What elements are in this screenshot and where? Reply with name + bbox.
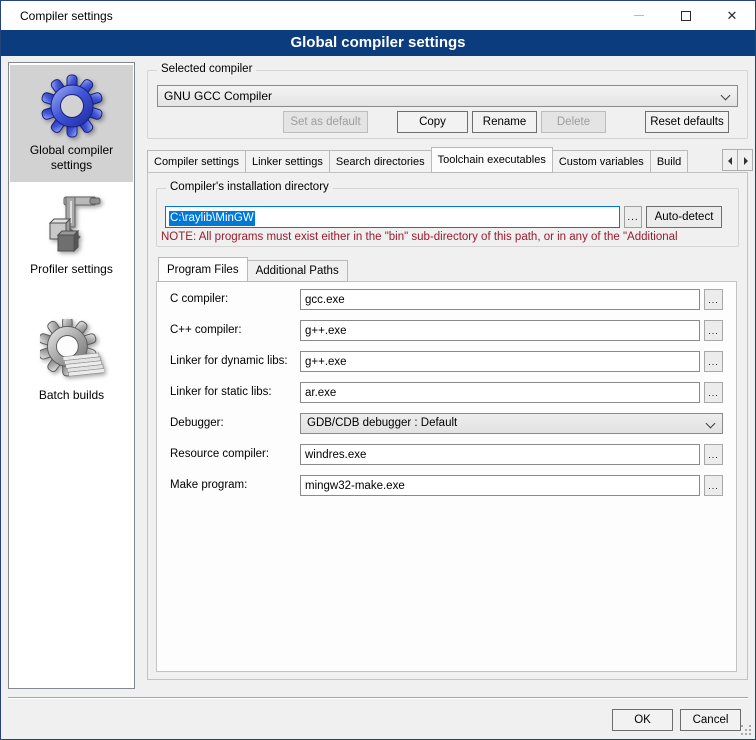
titlebar: Compiler settings ✕ xyxy=(1,1,755,30)
autodetect-button[interactable]: Auto-detect xyxy=(646,206,722,228)
delete-button[interactable]: Delete xyxy=(541,111,606,133)
minimize-icon xyxy=(634,15,644,16)
arrow-right-icon xyxy=(744,157,748,165)
linker-static-input[interactable] xyxy=(300,382,700,403)
debugger-label: Debugger: xyxy=(170,413,224,434)
c-compiler-browse-button[interactable]: ... xyxy=(704,289,723,310)
rename-button[interactable]: Rename xyxy=(472,111,537,133)
tab-linker-settings[interactable]: Linker settings xyxy=(245,150,330,173)
make-program-browse-button[interactable]: ... xyxy=(704,475,723,496)
compiler-select-value: GNU GCC Compiler xyxy=(158,86,737,106)
linker-dynamic-input[interactable] xyxy=(300,351,700,372)
linker-dynamic-label: Linker for dynamic libs: xyxy=(170,351,288,372)
close-icon: ✕ xyxy=(727,9,738,22)
compiler-select[interactable]: GNU GCC Compiler xyxy=(157,85,738,107)
browse-install-dir-button[interactable]: ... xyxy=(624,206,642,228)
maximize-icon xyxy=(681,11,691,21)
cpp-compiler-label: C++ compiler: xyxy=(170,320,242,341)
c-compiler-label: C compiler: xyxy=(170,289,228,310)
resource-compiler-browse-button[interactable]: ... xyxy=(704,444,723,465)
linker-static-browse-button[interactable]: ... xyxy=(704,382,723,403)
window-title: Compiler settings xyxy=(20,9,113,23)
sidebar-item-batch-builds[interactable]: Batch builds xyxy=(10,310,133,412)
installation-directory-group-label: Compiler's installation directory xyxy=(166,181,333,193)
subtab-additional-paths[interactable]: Additional Paths xyxy=(247,260,348,282)
cpp-compiler-browse-button[interactable]: ... xyxy=(704,320,723,341)
resize-grip[interactable] xyxy=(741,725,752,736)
sidebar-item-label: Batch builds xyxy=(12,388,131,403)
resource-compiler-label: Resource compiler: xyxy=(170,444,269,465)
tab-scroll-left-button[interactable] xyxy=(722,149,738,171)
minimize-button[interactable] xyxy=(616,1,662,30)
debugger-select-value: GDB/CDB debugger : Default xyxy=(301,414,722,433)
make-program-label: Make program: xyxy=(170,475,247,496)
tab-build[interactable]: Build xyxy=(650,150,688,173)
toolchain-subtabstrip: Program Files Additional Paths xyxy=(158,257,347,282)
tab-custom-variables[interactable]: Custom variables xyxy=(552,150,651,173)
reset-defaults-button[interactable]: Reset defaults xyxy=(645,111,729,133)
subtab-program-files[interactable]: Program Files xyxy=(158,257,248,282)
install-dir-note: NOTE: All programs must exist either in … xyxy=(161,231,745,243)
tab-search-directories[interactable]: Search directories xyxy=(329,150,432,173)
maximize-button[interactable] xyxy=(663,1,709,30)
tab-scroll-right-button[interactable] xyxy=(737,149,753,171)
blue-gear-icon xyxy=(40,74,104,138)
caliper-icon xyxy=(40,193,104,257)
set-as-default-button[interactable]: Set as default xyxy=(283,111,368,133)
c-compiler-input[interactable] xyxy=(300,289,700,310)
install-dir-input[interactable]: C:\raylib\MinGW xyxy=(165,206,620,228)
settings-tabstrip: Compiler settings Linker settings Search… xyxy=(147,147,722,173)
close-button[interactable]: ✕ xyxy=(709,1,755,30)
debugger-select[interactable]: GDB/CDB debugger : Default xyxy=(300,413,723,434)
tab-toolchain-executables[interactable]: Toolchain executables xyxy=(431,147,553,173)
tab-scroll-arrows xyxy=(722,149,754,171)
page-title: Global compiler settings xyxy=(1,30,755,56)
copy-button[interactable]: Copy xyxy=(397,111,468,133)
cancel-button[interactable]: Cancel xyxy=(680,709,741,731)
arrow-left-icon xyxy=(728,157,732,165)
tab-compiler-settings[interactable]: Compiler settings xyxy=(147,150,246,173)
settings-category-list: Global compiler settings Profiler settin… xyxy=(8,62,135,689)
install-dir-selected-text: C:\raylib\MinGW xyxy=(169,211,255,226)
gray-gear-stack-icon xyxy=(40,319,104,383)
sidebar-item-label: Profiler settings xyxy=(12,262,131,277)
linker-dynamic-browse-button[interactable]: ... xyxy=(704,351,723,372)
sidebar-item-profiler-settings[interactable]: Profiler settings xyxy=(10,184,133,286)
sidebar-item-global-compiler-settings[interactable]: Global compiler settings xyxy=(10,65,133,182)
footer-separator xyxy=(8,697,748,699)
sidebar-item-label: Global compiler settings xyxy=(12,143,131,173)
resource-compiler-input[interactable] xyxy=(300,444,700,465)
ok-button[interactable]: OK xyxy=(612,709,673,731)
cpp-compiler-input[interactable] xyxy=(300,320,700,341)
linker-static-label: Linker for static libs: xyxy=(170,382,272,403)
selected-compiler-group-label: Selected compiler xyxy=(157,63,256,75)
make-program-input[interactable] xyxy=(300,475,700,496)
